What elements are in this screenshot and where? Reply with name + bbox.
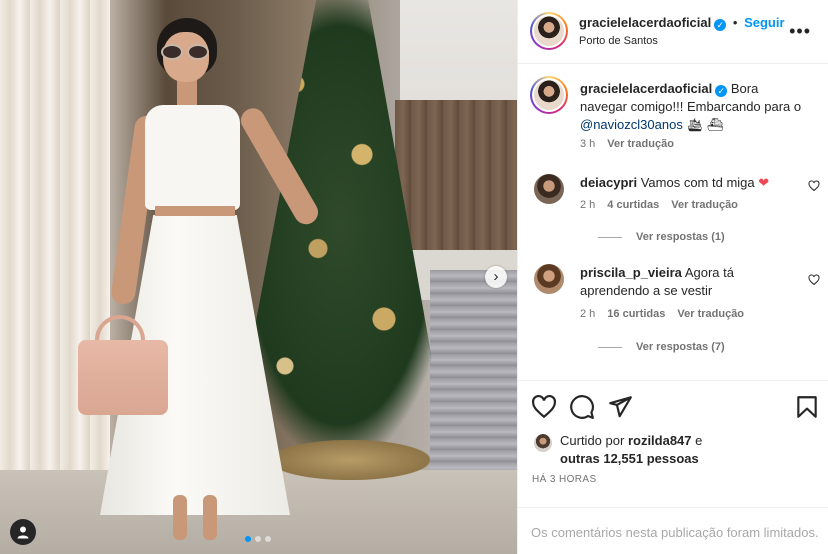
location-link[interactable]: Porto de Santos (579, 35, 658, 47)
header-user-line: gracielelacerdaoficial ✓ • Seguir (579, 15, 785, 31)
pink-handbag (78, 340, 168, 415)
post-sidebar: gracielelacerdaoficial ✓ • Seguir Porto d… (517, 0, 828, 554)
white-top (145, 105, 240, 210)
verified-badge-icon: ✓ (714, 19, 727, 31)
like-comment-heart-icon[interactable] (808, 180, 820, 192)
carousel-dot (255, 536, 261, 542)
midriff (155, 206, 235, 216)
separator-dot: • (732, 15, 738, 30)
translate-link[interactable]: Ver tradução (671, 199, 738, 211)
likes-others-link[interactable]: outras 12,551 pessoas (560, 451, 699, 466)
more-options-icon[interactable]: ••• (789, 22, 811, 40)
avatar[interactable] (534, 80, 564, 110)
comment: priscila_p_vieira Agora tá aprendendo a … (532, 264, 822, 364)
caption-time: 3 h (580, 138, 596, 150)
comment-body: Vamos com td miga (640, 175, 755, 190)
translate-link[interactable]: Ver tradução (607, 138, 674, 150)
carousel-dot (245, 536, 251, 542)
comment-time: 2 h (580, 199, 596, 211)
person-icon (17, 526, 29, 539)
follow-button[interactable]: Seguir (744, 15, 784, 30)
comment-meta: 2 h 16 curtidas Ver tradução (580, 308, 756, 320)
username-link[interactable]: deiacypri (580, 175, 637, 190)
leg (173, 495, 187, 540)
view-replies-button[interactable]: Ver respostas (1) (598, 231, 725, 243)
verified-badge-icon: ✓ (715, 85, 728, 97)
comment-time: 2 h (580, 308, 596, 320)
comment-bubble-icon[interactable] (569, 394, 595, 420)
like-comment-heart-icon[interactable] (808, 274, 820, 286)
sunglasses (159, 44, 213, 60)
post-image[interactable]: › (0, 0, 517, 554)
comments-limited-notice: Os comentários nesta publicação foram li… (518, 507, 828, 554)
caption: gracielelacerdaoficial ✓ Bora navegar com… (530, 76, 822, 156)
save-bookmark-icon[interactable] (794, 394, 820, 420)
avatar[interactable] (534, 16, 564, 46)
carousel-dot (265, 536, 271, 542)
tagged-users-button[interactable] (10, 519, 36, 545)
heart-emoji: ❤ (758, 175, 770, 190)
username-link[interactable]: priscila_p_vieira (580, 265, 682, 280)
comments-list[interactable]: gracielelacerdaoficial ✓ Bora navegar com… (518, 64, 828, 380)
avatar[interactable] (534, 174, 564, 204)
like-heart-icon[interactable] (531, 394, 557, 420)
action-bar (518, 380, 828, 432)
neck (177, 78, 197, 108)
carousel-next-button[interactable]: › (485, 266, 507, 288)
username-link[interactable]: gracielelacerdaoficial (579, 15, 711, 30)
caption-emojis: 🛳 ⛴ (686, 117, 724, 132)
username-link[interactable]: gracielelacerdaoficial (580, 81, 712, 96)
caption-text: gracielelacerdaoficial ✓ Bora navegar com… (580, 80, 805, 134)
arm (236, 104, 323, 229)
comment-meta: 2 h 4 curtidas Ver tradução (580, 199, 750, 211)
mention-link[interactable]: @naviozcl30anos (580, 117, 683, 132)
post-header: gracielelacerdaoficial ✓ • Seguir Porto d… (518, 0, 828, 64)
view-replies-button[interactable]: Ver respostas (7) (598, 341, 725, 353)
avatar[interactable] (534, 264, 564, 294)
leg (203, 495, 217, 540)
liked-by-connector: e (695, 433, 703, 448)
liked-by-prefix: Curtido por (560, 433, 625, 448)
comment-likes[interactable]: 4 curtidas (607, 199, 659, 211)
liker-username-link[interactable]: rozilda847 (628, 433, 692, 448)
share-send-icon[interactable] (607, 394, 633, 420)
liker-avatar[interactable] (534, 434, 552, 452)
comment-likes[interactable]: 16 curtidas (607, 308, 665, 320)
carousel-indicator (245, 536, 271, 542)
post-timestamp[interactable]: HÁ 3 HORAS (532, 474, 597, 485)
caption-meta: 3 h Ver tradução (580, 138, 686, 150)
likes-text: Curtido por rozilda847 e outras 12,551 p… (560, 432, 702, 468)
wood-panel (395, 100, 517, 250)
comment: deiacypri Vamos com td miga ❤ 2 h 4 curti… (532, 172, 822, 252)
woman-figure (78, 10, 323, 550)
comment-text: priscila_p_vieira Agora tá aprendendo a … (580, 264, 805, 300)
comment-text: deiacypri Vamos com td miga ❤ (580, 174, 805, 192)
translate-link[interactable]: Ver tradução (677, 308, 744, 320)
